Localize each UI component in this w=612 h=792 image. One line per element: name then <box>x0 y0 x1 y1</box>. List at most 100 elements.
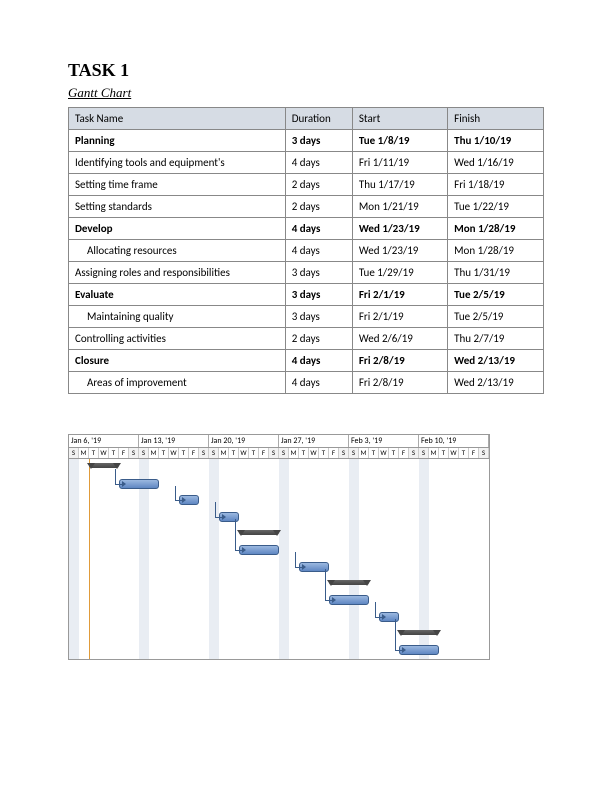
gantt-day-label: T <box>459 448 469 458</box>
gantt-day-label: T <box>389 448 399 458</box>
gantt-day-label: W <box>169 448 179 458</box>
table-cell: Setting standards <box>69 196 286 218</box>
table-cell: Wed 1/16/19 <box>448 152 544 174</box>
table-cell: Areas of improvement <box>69 372 286 394</box>
gantt-day-label: S <box>349 448 359 458</box>
table-row: Closure4 daysFri 2/8/19Wed 2/13/19 <box>69 350 544 372</box>
gantt-day-label: S <box>129 448 139 458</box>
table-row: Controlling activities2 daysWed 2/6/19Th… <box>69 328 544 350</box>
gantt-day-label: F <box>329 448 339 458</box>
table-row: Evaluate3 daysFri 2/1/19Tue 2/5/19 <box>69 284 544 306</box>
gantt-day-label: M <box>149 448 159 458</box>
table-cell: Allocating resources <box>69 240 286 262</box>
gantt-summary-bar <box>329 580 369 585</box>
table-cell: Maintaining quality <box>69 306 286 328</box>
table-cell: Fri 1/18/19 <box>448 174 544 196</box>
table-cell: Tue 1/22/19 <box>448 196 544 218</box>
gantt-link <box>175 486 182 502</box>
table-cell: Thu 1/31/19 <box>448 262 544 284</box>
gantt-week-label: Jan 27, '19 <box>279 435 349 447</box>
gantt-day-label: T <box>299 448 309 458</box>
table-cell: 3 days <box>285 306 352 328</box>
gantt-day-label: T <box>229 448 239 458</box>
table-header: Duration <box>285 108 352 130</box>
gantt-day-label: W <box>99 448 109 458</box>
gantt-day-label: M <box>289 448 299 458</box>
table-cell: Setting time frame <box>69 174 286 196</box>
gantt-day-label: F <box>259 448 269 458</box>
gantt-link <box>115 469 122 485</box>
table-header: Start <box>352 108 447 130</box>
table-row: Assigning roles and responsibilities3 da… <box>69 262 544 284</box>
table-cell: Wed 2/13/19 <box>448 372 544 394</box>
table-cell: Thu 1/17/19 <box>352 174 447 196</box>
gantt-week-label: Feb 10, '19 <box>419 435 489 447</box>
table-cell: Controlling activities <box>69 328 286 350</box>
table-row: Setting standards2 daysMon 1/21/19Tue 1/… <box>69 196 544 218</box>
gantt-day-label: F <box>469 448 479 458</box>
table-cell: Fri 2/8/19 <box>352 350 447 372</box>
gantt-day-label: S <box>209 448 219 458</box>
table-cell: Wed 1/23/19 <box>352 218 447 240</box>
gantt-summary-bar <box>89 463 119 468</box>
gantt-day-label: F <box>189 448 199 458</box>
gantt-day-label: T <box>89 448 99 458</box>
gantt-day-label: M <box>219 448 229 458</box>
gantt-summary-bar <box>399 630 439 635</box>
gantt-day-label: F <box>119 448 129 458</box>
table-cell: Mon 1/28/19 <box>448 218 544 240</box>
gantt-week-label: Jan 20, '19 <box>209 435 279 447</box>
gantt-day-label: W <box>379 448 389 458</box>
gantt-day-label: T <box>109 448 119 458</box>
table-cell: Mon 1/28/19 <box>448 240 544 262</box>
gantt-link <box>375 602 382 618</box>
table-cell: Thu 1/10/19 <box>448 130 544 152</box>
gantt-day-label: M <box>79 448 89 458</box>
gantt-link <box>235 519 242 551</box>
gantt-day-label: S <box>199 448 209 458</box>
table-cell: 4 days <box>285 372 352 394</box>
table-row: Maintaining quality3 daysFri 2/1/19Tue 2… <box>69 306 544 328</box>
gantt-week-label: Jan 6, '19 <box>69 435 139 447</box>
gantt-day-label: T <box>439 448 449 458</box>
table-cell: 4 days <box>285 218 352 240</box>
gantt-day-label: M <box>429 448 439 458</box>
gantt-summary-bar <box>239 530 279 535</box>
table-row: Allocating resources4 daysWed 1/23/19Mon… <box>69 240 544 262</box>
table-cell: Tue 1/29/19 <box>352 262 447 284</box>
gantt-link <box>325 569 332 601</box>
table-cell: Fri 2/1/19 <box>352 284 447 306</box>
table-cell: Identifying tools and equipment's <box>69 152 286 174</box>
table-cell: Planning <box>69 130 286 152</box>
table-cell: Evaluate <box>69 284 286 306</box>
table-row: Identifying tools and equipment's4 daysF… <box>69 152 544 174</box>
table-cell: Assigning roles and responsibilities <box>69 262 286 284</box>
table-cell: 4 days <box>285 152 352 174</box>
table-cell: 2 days <box>285 174 352 196</box>
table-cell: Thu 2/7/19 <box>448 328 544 350</box>
gantt-day-label: S <box>339 448 349 458</box>
table-row: Setting time frame2 daysThu 1/17/19Fri 1… <box>69 174 544 196</box>
table-cell: Closure <box>69 350 286 372</box>
table-cell: Tue 2/5/19 <box>448 306 544 328</box>
table-cell: 4 days <box>285 240 352 262</box>
table-row: Develop4 daysWed 1/23/19Mon 1/28/19 <box>69 218 544 240</box>
gantt-day-label: M <box>359 448 369 458</box>
table-cell: Wed 1/23/19 <box>352 240 447 262</box>
table-cell: Wed 2/13/19 <box>448 350 544 372</box>
table-cell: Fri 2/8/19 <box>352 372 447 394</box>
table-cell: Tue 2/5/19 <box>448 284 544 306</box>
gantt-day-label: S <box>479 448 489 458</box>
table-row: Areas of improvement4 daysFri 2/8/19Wed … <box>69 372 544 394</box>
gantt-day-label: S <box>269 448 279 458</box>
table-cell: 3 days <box>285 284 352 306</box>
table-cell: Mon 1/21/19 <box>352 196 447 218</box>
gantt-day-label: T <box>369 448 379 458</box>
gantt-today-line <box>89 459 90 659</box>
gantt-day-label: S <box>419 448 429 458</box>
gantt-day-label: W <box>449 448 459 458</box>
gantt-day-label: T <box>159 448 169 458</box>
table-cell: Wed 2/6/19 <box>352 328 447 350</box>
gantt-day-label: T <box>319 448 329 458</box>
table-cell: 4 days <box>285 350 352 372</box>
